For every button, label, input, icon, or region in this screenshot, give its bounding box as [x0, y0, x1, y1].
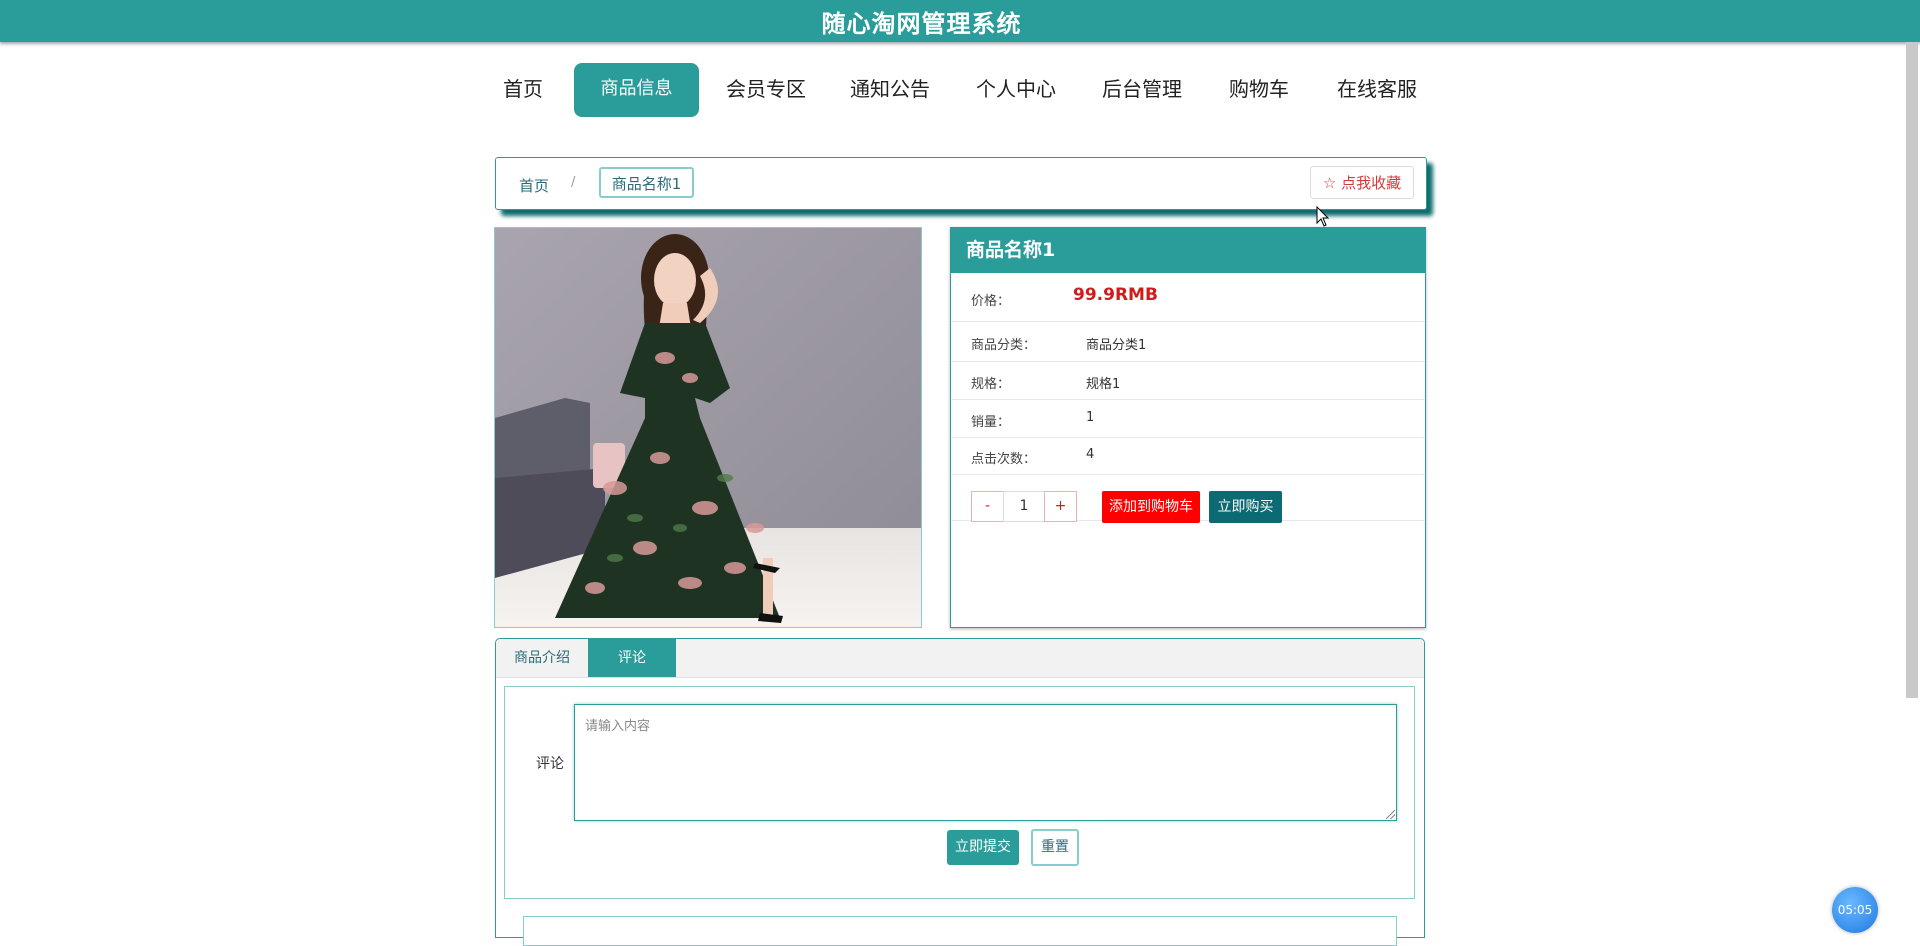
detail-value: 1: [1086, 410, 1095, 425]
detail-value: 商品分类1: [1086, 338, 1147, 353]
product-image: [494, 227, 922, 628]
nav-item-members[interactable]: 会员专区: [722, 63, 810, 117]
timer-badge[interactable]: 05:05: [1832, 887, 1878, 933]
detail-label: 销量：: [971, 415, 1011, 430]
tab-product-intro[interactable]: 商品介绍: [496, 639, 588, 677]
product-photo-illustration: [495, 228, 921, 627]
app-header: 随心淘网管理系统: [0, 0, 1920, 42]
review-placeholder: 请输入内容: [585, 719, 651, 734]
tab-bar: 商品介绍 评论: [496, 639, 1424, 678]
detail-label: 点击次数：: [971, 452, 1037, 467]
reset-button[interactable]: 重置: [1031, 829, 1079, 866]
nav-item-products[interactable]: 商品信息: [574, 63, 699, 117]
nav-item-cart[interactable]: 购物车: [1224, 63, 1294, 117]
price-row: 价格： 99.9RMB: [951, 273, 1425, 322]
detail-row-category: 商品分类： 商品分类1: [951, 321, 1425, 362]
nav-item-profile[interactable]: 个人中心: [972, 63, 1060, 117]
review-label: 评论: [536, 756, 564, 772]
nav-item-admin[interactable]: 后台管理: [1098, 63, 1186, 117]
detail-row-spec: 规格： 规格1: [951, 361, 1425, 400]
detail-value: 4: [1086, 447, 1095, 462]
main-nav: 首页 商品信息 会员专区 通知公告 个人中心 后台管理 购物车 在线客服: [0, 63, 1920, 117]
app-title: 随心淘网管理系统: [821, 10, 1022, 38]
breadcrumb-current[interactable]: 商品名称1: [599, 167, 694, 198]
breadcrumb-home[interactable]: 首页: [519, 175, 549, 196]
detail-row-clicks: 点击次数： 4: [951, 437, 1425, 475]
comment-card: [523, 916, 1397, 946]
detail-label: 商品分类：: [971, 338, 1037, 353]
product-name: 商品名称1: [951, 228, 1425, 273]
quantity-decrease-button[interactable]: -: [971, 491, 1004, 522]
detail-value: 规格1: [1086, 377, 1121, 392]
scrollbar[interactable]: [1906, 42, 1918, 698]
breadcrumb-separator: /: [571, 175, 576, 190]
favorite-button[interactable]: ☆ 点我收藏: [1310, 166, 1414, 199]
detail-row-sales: 销量： 1: [951, 399, 1425, 438]
breadcrumb: 首页 / 商品名称1 ☆ 点我收藏: [495, 157, 1427, 210]
detail-label: 规格：: [971, 377, 1011, 392]
product-info-panel: 商品名称1 价格： 99.9RMB 商品分类： 商品分类1 规格： 规格1 销量…: [950, 227, 1426, 628]
price-value: 99.9RMB: [1073, 285, 1158, 305]
add-to-cart-button[interactable]: 添加到购物车: [1102, 491, 1200, 523]
submit-review-button[interactable]: 立即提交: [947, 830, 1019, 865]
resize-handle-icon[interactable]: [1386, 810, 1395, 819]
quantity-input[interactable]: 1: [1003, 491, 1045, 522]
mouse-cursor-icon: [1316, 206, 1330, 227]
nav-item-announcements[interactable]: 通知公告: [846, 63, 934, 117]
price-label: 价格：: [971, 294, 1011, 309]
quantity-increase-button[interactable]: +: [1044, 491, 1077, 522]
nav-item-home[interactable]: 首页: [494, 63, 552, 117]
review-textarea[interactable]: 请输入内容: [574, 704, 1397, 821]
buy-now-button[interactable]: 立即购买: [1209, 491, 1282, 523]
nav-item-support[interactable]: 在线客服: [1332, 63, 1422, 117]
tab-reviews[interactable]: 评论: [588, 639, 676, 677]
